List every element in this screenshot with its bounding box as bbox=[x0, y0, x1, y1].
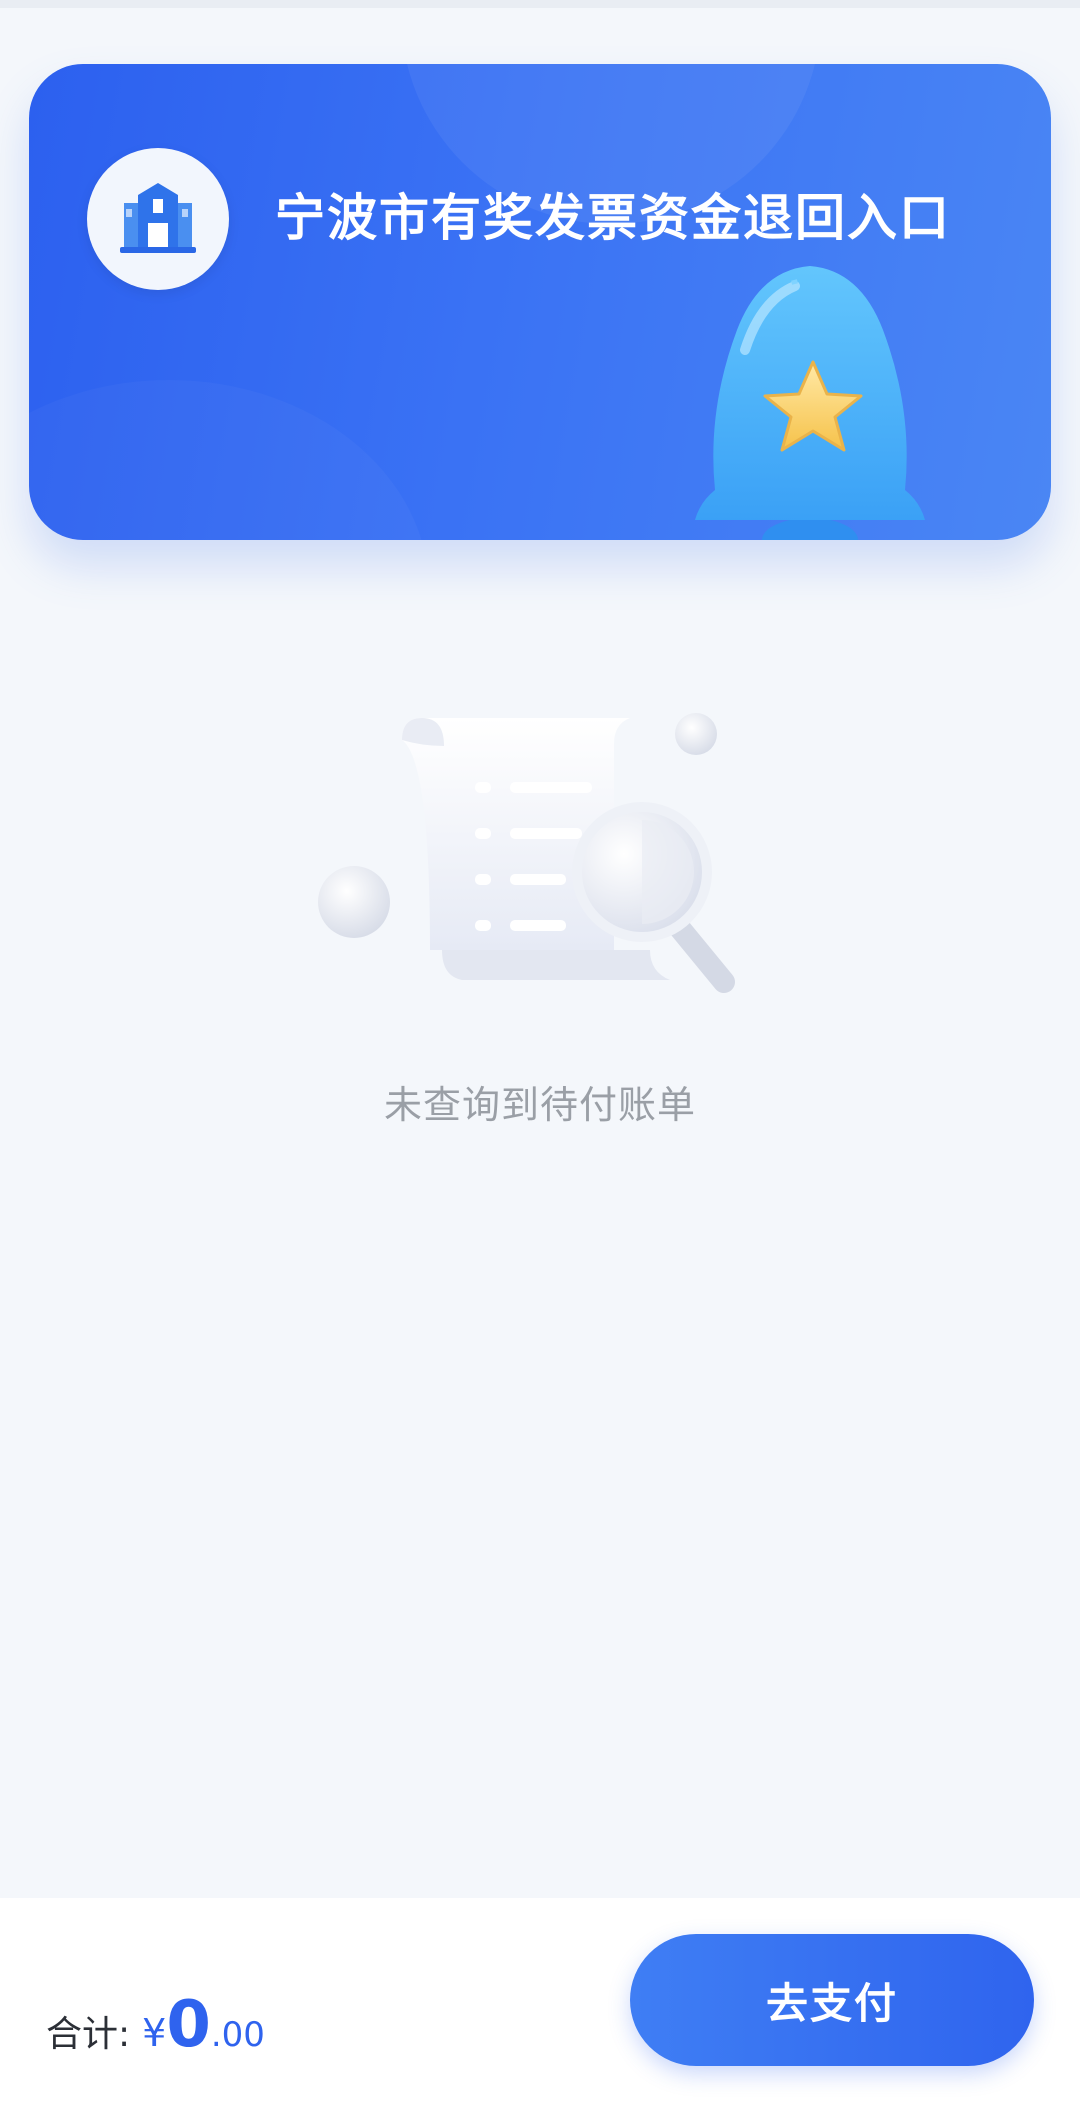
bell-star-icon bbox=[695, 266, 925, 540]
total-amount: 合计: ¥ 0 .00 bbox=[46, 1988, 265, 2062]
bottom-action-bar: 合计: ¥ 0 .00 去支付 bbox=[0, 1898, 1080, 2101]
header-banner: 宁波市有奖发票资金退回入口 bbox=[29, 64, 1051, 540]
banner-title: 宁波市有奖发票资金退回入口 bbox=[275, 189, 951, 247]
government-building-icon bbox=[87, 148, 229, 290]
top-strip bbox=[0, 0, 1080, 8]
receipt-search-icon bbox=[318, 713, 735, 993]
total-label: 合计: bbox=[46, 2014, 131, 2055]
banner-decor-circle bbox=[29, 380, 429, 540]
pay-button[interactable]: 去支付 bbox=[630, 1934, 1034, 2066]
amount-integer: 0 bbox=[166, 1988, 211, 2062]
empty-state-message: 未查询到待付账单 bbox=[383, 1083, 696, 1127]
currency-symbol: ¥ bbox=[142, 2011, 167, 2055]
amount-decimal: .00 bbox=[210, 2015, 265, 2055]
